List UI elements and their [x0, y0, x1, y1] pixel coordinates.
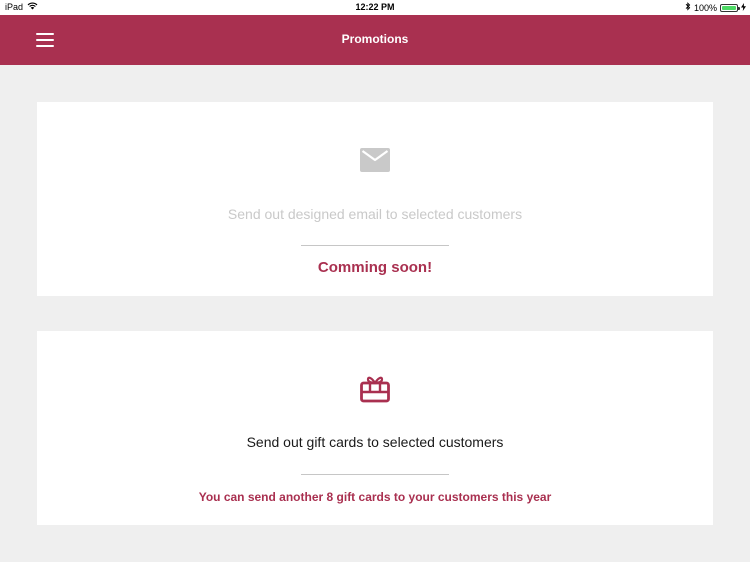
- gift-card-divider: [301, 474, 449, 475]
- status-bar: iPad 12:22 PM 100%: [0, 0, 750, 15]
- email-card-divider: [301, 245, 449, 246]
- navigation-bar: Promotions: [0, 15, 750, 65]
- status-right: 100%: [685, 2, 746, 13]
- email-card-status: Comming soon!: [317, 259, 433, 276]
- gift-card-description: Send out gift cards to selected customer…: [246, 434, 504, 450]
- gift-card-remaining-note: You can send another 8 gift cards to you…: [198, 490, 552, 504]
- status-time: 12:22 PM: [355, 2, 395, 12]
- battery-percent: 100%: [693, 2, 717, 13]
- email-card-description: Send out designed email to selected cust…: [227, 206, 523, 222]
- page-title: Promotions: [341, 32, 409, 46]
- charging-icon: [741, 2, 746, 13]
- battery-level: [722, 5, 736, 10]
- gift-card-icon: [37, 375, 713, 403]
- bluetooth-icon: [685, 2, 691, 13]
- battery-icon: [720, 3, 740, 12]
- gift-card-promotion-card[interactable]: Send out gift cards to selected customer…: [37, 331, 713, 525]
- envelope-icon: [37, 148, 713, 172]
- email-promotion-card: Send out designed email to selected cust…: [37, 102, 713, 296]
